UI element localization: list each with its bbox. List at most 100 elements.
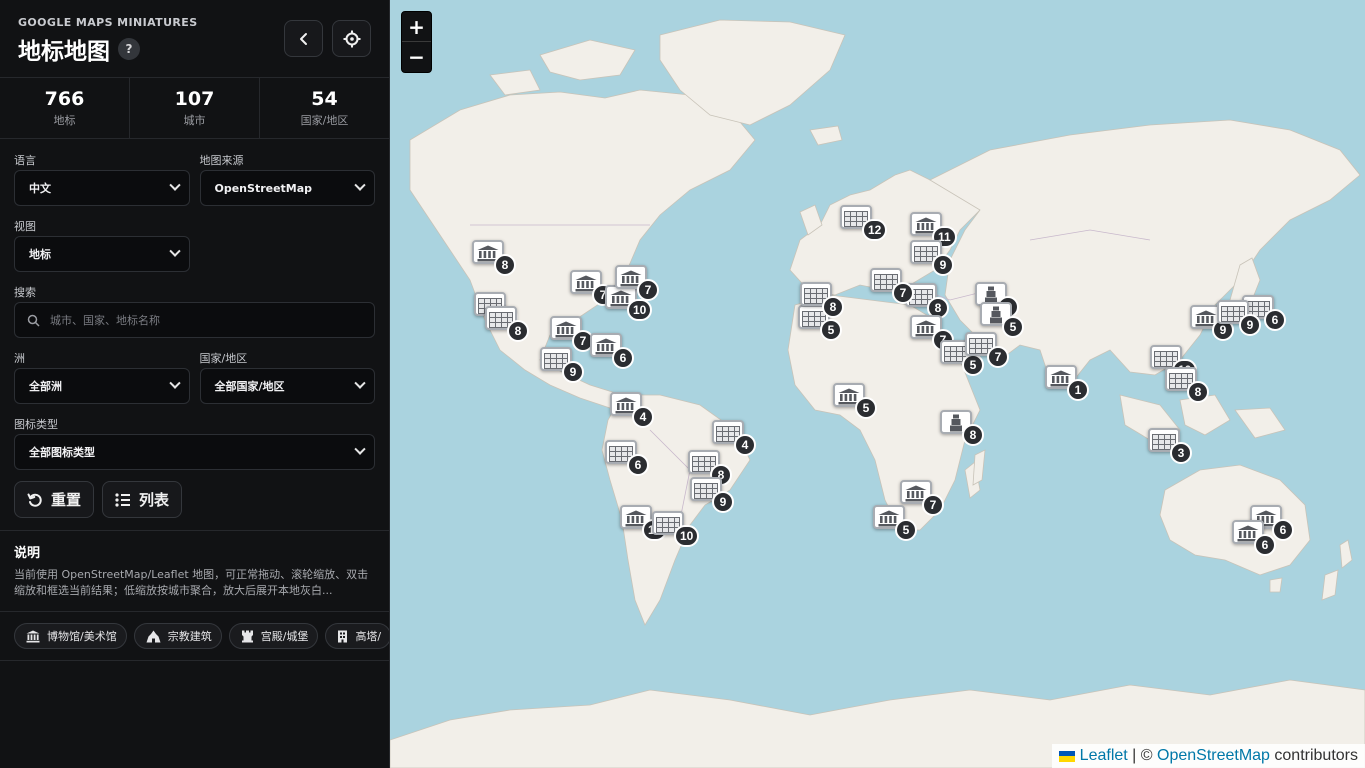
cluster-count: 8 (962, 424, 984, 446)
museum-icon (26, 630, 40, 642)
landmark-cluster-marker[interactable]: 9 (690, 477, 734, 513)
cluster-count: 9 (1239, 314, 1261, 336)
landmark-cluster-marker[interactable]: 11 (910, 212, 957, 248)
landmark-cluster-marker[interactable]: 10 (652, 511, 700, 547)
icon-type-chips: 博物馆/美术馆 宗教建筑 宫殿/城堡 高塔/ (0, 612, 389, 661)
stat-value: 107 (174, 88, 215, 110)
landmark-cluster-marker[interactable]: 3 (1148, 428, 1192, 464)
attribution-contributors: contributors (1269, 747, 1358, 764)
cluster-count: 8 (507, 320, 529, 342)
filter-form: 语言 中文 地图来源 OpenStreetMap 视图 地标 搜索 城市、国家、… (0, 139, 389, 531)
country-value: 全部国家/地区 (214, 380, 285, 393)
cluster-count: 8 (1187, 381, 1209, 403)
landmark-cluster-marker[interactable]: 5 (833, 383, 877, 419)
zoom-in-button[interactable]: + (402, 12, 431, 42)
landmark-cluster-marker[interactable]: 7 (965, 332, 1009, 368)
landmark-cluster-marker[interactable]: 6 (605, 440, 649, 476)
landmark-cluster-marker[interactable]: 11 (620, 505, 667, 541)
cluster-count: 6 (612, 347, 634, 369)
landmark-cluster-marker[interactable]: 12 (840, 205, 888, 241)
landmark-cluster-marker[interactable]: 9 (910, 240, 954, 276)
map-source-label: 地图来源 (199, 154, 244, 167)
locate-button[interactable] (332, 20, 371, 57)
map-view[interactable]: + − 878771076946489111012119875876557587… (390, 0, 1365, 768)
help-icon[interactable]: ? (118, 38, 140, 60)
map-attribution: Leaflet | © OpenStreetMap contributors (1051, 744, 1365, 768)
continent-select[interactable]: 全部洲 (14, 368, 190, 404)
cluster-count: 9 (932, 254, 954, 276)
landmark-cluster-marker[interactable]: 8 (688, 450, 732, 486)
attribution-leaflet-link[interactable]: Leaflet (1080, 747, 1128, 765)
landmark-cluster-marker[interactable]: 7 (550, 316, 594, 352)
landmark-cluster-marker[interactable]: 9 (1217, 300, 1261, 336)
zoom-control: + − (401, 11, 432, 73)
description-text: 当前使用 OpenStreetMap/Leaflet 地图，可正常拖动、滚轮缩放… (14, 568, 369, 597)
landmark-cluster-marker[interactable]: 9 (540, 347, 584, 383)
attribution-osm-link[interactable]: OpenStreetMap (1157, 747, 1270, 765)
map-source-select[interactable]: OpenStreetMap (199, 170, 375, 206)
action-buttons: 重置 列表 (0, 481, 389, 531)
chevron-down-icon (354, 179, 366, 191)
search-label: 搜索 (14, 286, 36, 299)
landmark-cluster-marker[interactable]: 8 (940, 410, 984, 446)
landmark-cluster-marker[interactable]: 5 (980, 302, 1024, 338)
sidebar: GOOGLE MAPS MINIATURES 地标地图 ? 766 地标 107… (0, 0, 390, 768)
chevron-down-icon (168, 179, 181, 191)
chevron-down-icon (169, 245, 181, 257)
cluster-count: 5 (895, 519, 917, 541)
stat-label: 地标 (53, 114, 76, 127)
cluster-count: 8 (494, 254, 516, 276)
zoom-out-button[interactable]: − (402, 42, 431, 72)
cluster-count: 10 (627, 299, 653, 321)
page-title: 地标地图 (18, 39, 110, 65)
tower-icon (338, 630, 348, 642)
reset-button[interactable]: 重置 (14, 481, 95, 518)
chip-religious[interactable]: 宗教建筑 (133, 623, 222, 649)
chip-tower[interactable]: 高塔/ (325, 623, 389, 649)
landmark-cluster-marker[interactable]: 7 (615, 265, 659, 301)
cluster-count: 6 (1264, 309, 1286, 331)
cluster-count: 5 (820, 319, 842, 341)
language-value: 中文 (29, 182, 51, 195)
landmark-cluster-marker[interactable]: 1 (1045, 365, 1089, 401)
landmark-cluster-marker[interactable]: 7 (570, 270, 614, 306)
list-button[interactable]: 列表 (102, 481, 183, 518)
language-select[interactable]: 中文 (14, 170, 190, 206)
landmark-cluster-marker[interactable]: 8 (472, 240, 516, 276)
cluster-count: 4 (632, 406, 654, 428)
view-select[interactable]: 地标 (14, 236, 190, 272)
stats-bar: 766 地标 107 城市 54 国家/地区 (0, 78, 389, 139)
sidebar-header: GOOGLE MAPS MINIATURES 地标地图 ? (0, 0, 389, 78)
cluster-count: 6 (1272, 519, 1294, 541)
chip-label: 宫殿/城堡 (260, 630, 309, 643)
temple-icon (146, 630, 161, 642)
landmark-cluster-marker[interactable]: 4 (712, 420, 756, 456)
icon-type-value: 全部图标类型 (29, 446, 95, 459)
cluster-count: 3 (1170, 442, 1192, 464)
landmark-cluster-marker[interactable]: 5 (873, 505, 917, 541)
icon-type-select[interactable]: 全部图标类型 (14, 434, 375, 470)
landmark-cluster-marker[interactable]: 4 (610, 392, 654, 428)
stat-value: 54 (311, 88, 338, 110)
chevron-down-icon (354, 377, 366, 389)
back-button[interactable] (284, 20, 323, 57)
landmark-cluster-marker[interactable]: 6 (1232, 520, 1276, 556)
ukraine-flag-icon (1058, 750, 1075, 762)
list-icon (115, 492, 131, 507)
landmark-cluster-marker[interactable]: 8 (800, 282, 844, 318)
chip-palace[interactable]: 宫殿/城堡 (228, 623, 319, 649)
language-label: 语言 (14, 154, 36, 167)
cluster-count: 5 (1002, 316, 1024, 338)
landmark-cluster-marker[interactable]: 6 (590, 333, 634, 369)
landmark-cluster-marker[interactable]: 8 (1165, 367, 1209, 403)
cluster-count: 9 (712, 491, 734, 513)
landmark-cluster-marker[interactable]: 8 (485, 306, 529, 342)
stat-landmarks: 766 地标 (0, 78, 130, 138)
search-input[interactable] (50, 313, 350, 327)
country-select[interactable]: 全部国家/地区 (199, 368, 375, 404)
map-source-value: OpenStreetMap (214, 181, 313, 195)
landmark-cluster-marker[interactable]: 7 (870, 268, 914, 304)
chip-label: 宗教建筑 (167, 630, 212, 643)
chip-museum[interactable]: 博物馆/美术馆 (14, 623, 127, 649)
description-panel: 说明 当前使用 OpenStreetMap/Leaflet 地图，可正常拖动、滚… (0, 531, 389, 612)
